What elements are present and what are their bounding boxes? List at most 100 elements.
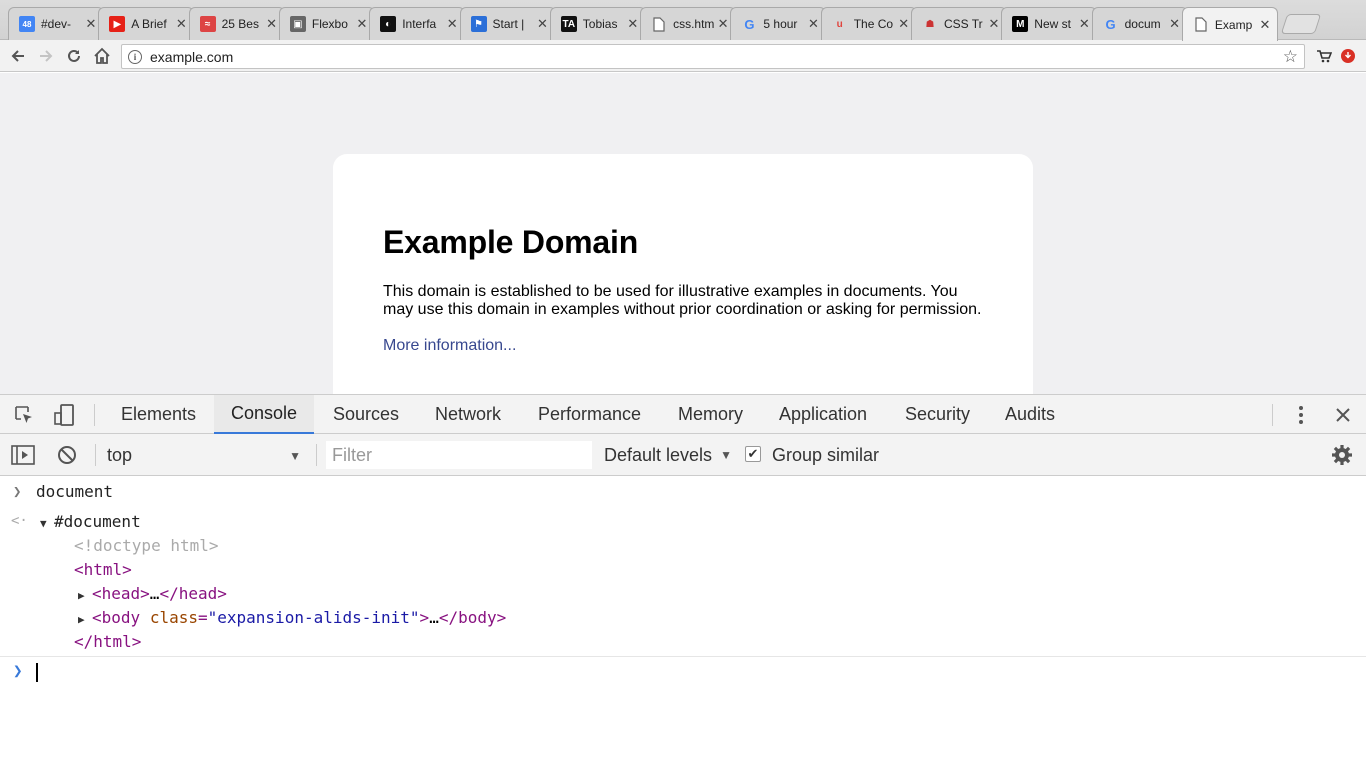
tab-title: docum	[1124, 17, 1161, 31]
browser-tab[interactable]: ☗ CSS Tr ✕	[911, 7, 1007, 40]
u-logo-icon: u	[836, 18, 843, 30]
page-heading: Example Domain	[383, 224, 639, 260]
tab-close-icon[interactable]: ✕	[1259, 17, 1271, 33]
calendar-icon: 48	[19, 16, 35, 32]
brand-icon: ≈	[199, 16, 216, 32]
tree-body-node[interactable]: ▶ <body class="expansion-alids-init">…</b…	[78, 608, 506, 630]
body-ellipsis: …	[429, 608, 439, 627]
log-levels-dropdown[interactable]: Default levels ▼	[604, 442, 732, 468]
tree-root[interactable]: ▼ #document	[40, 512, 141, 534]
devtools-tab-application[interactable]: Application	[762, 395, 884, 434]
devtools-tab-elements[interactable]: Elements	[104, 395, 213, 434]
back-button[interactable]	[6, 44, 30, 68]
tab-close-icon[interactable]: ✕	[446, 16, 458, 32]
dropdown-triangle-icon: ▼	[720, 448, 732, 462]
show-sidebar-button[interactable]	[10, 444, 36, 466]
tab-close-icon[interactable]: ✕	[627, 16, 639, 32]
devtools-tab-network[interactable]: Network	[418, 395, 518, 434]
more-information-link[interactable]: More information...	[383, 337, 516, 354]
extension-button-2[interactable]	[1336, 44, 1360, 68]
tab-close-icon[interactable]: ✕	[988, 16, 1000, 32]
console-input-echo: document	[36, 482, 114, 501]
tab-title: A Brief	[131, 17, 167, 31]
new-tab-button[interactable]	[1280, 14, 1322, 34]
reload-icon	[68, 49, 80, 62]
tab-title: Start |	[492, 17, 525, 31]
forward-button[interactable]	[34, 44, 58, 68]
browser-tab[interactable]: G 5 hour ✕	[730, 7, 827, 40]
devtools-tab-sources[interactable]: Sources	[316, 395, 416, 434]
inspect-element-button[interactable]	[12, 404, 36, 426]
collapsed-triangle-icon: ▶	[78, 613, 85, 626]
browser-tab[interactable]: ◐ Interfa ✕	[369, 7, 466, 40]
info-icon[interactable]: i	[128, 49, 142, 64]
home-button[interactable]	[90, 44, 114, 68]
devtools-tab-memory[interactable]: Memory	[661, 395, 760, 434]
browser-tab[interactable]: Gdocum ✕	[1091, 7, 1188, 40]
circle-icon: ◐	[380, 16, 397, 32]
tab-close-icon[interactable]: ✕	[175, 16, 187, 32]
devtools-menu-button[interactable]	[1292, 403, 1310, 427]
browser-tab[interactable]: 48 #dev- ✕	[8, 7, 104, 40]
browser-tab[interactable]: TA Tobias ✕	[549, 7, 646, 40]
google-icon: G	[1105, 16, 1116, 32]
toolbar-divider	[1272, 404, 1273, 426]
clear-console-button[interactable]	[56, 444, 78, 466]
browser-tab[interactable]: M New st ✕	[1001, 7, 1098, 40]
devtools-tab-audits[interactable]: Audits	[988, 395, 1072, 434]
extension-button[interactable]	[1312, 44, 1336, 68]
reload-button[interactable]	[62, 44, 86, 68]
browser-tab[interactable]: ▶ A Brief ✕	[98, 7, 195, 40]
browser-tab[interactable]: ⚑ Start | ✕	[459, 7, 556, 40]
block-icon	[58, 446, 76, 464]
browser-tab[interactable]: Examp ✕	[1181, 7, 1278, 41]
tab-close-icon[interactable]: ✕	[356, 16, 368, 32]
file-icon	[1193, 17, 1209, 33]
tab-close-icon[interactable]: ✕	[717, 16, 729, 32]
youtube-icon: ▶	[109, 16, 126, 32]
tree-head-node[interactable]: ▶ <head>…</head>	[78, 584, 227, 606]
body-close-tag: </body>	[438, 608, 507, 627]
close-icon	[1336, 408, 1350, 422]
body-attr-value: "expansion-alids-init"	[207, 608, 420, 627]
flag-icon: ⚑	[470, 16, 487, 32]
tab-close-icon[interactable]: ✕	[537, 16, 549, 32]
context-value: top	[107, 444, 133, 465]
devtools-tab-performance[interactable]: Performance	[521, 395, 658, 434]
tab-close-icon[interactable]: ✕	[85, 16, 97, 32]
devtools-tab-console[interactable]: Console	[214, 395, 315, 434]
console-output: ❯ document <· ▼ #document <!doctype html>…	[0, 477, 1366, 768]
tab-title: Interfa	[402, 17, 437, 31]
tab-close-icon[interactable]: ✕	[266, 16, 278, 32]
context-selector[interactable]: top ▼	[107, 442, 307, 468]
tab-close-icon[interactable]: ✕	[1169, 16, 1181, 32]
console-settings-button[interactable]	[1330, 444, 1354, 466]
browser-tab[interactable]: ▣ Flexbo ✕	[278, 7, 375, 40]
kebab-menu-icon	[1299, 406, 1303, 424]
tab-close-icon[interactable]: ✕	[898, 16, 910, 32]
console-prompt[interactable]: ❯	[0, 656, 1366, 686]
close-devtools-button[interactable]	[1332, 404, 1354, 426]
console-filter-input[interactable]	[326, 441, 592, 469]
tab-close-icon[interactable]: ✕	[807, 16, 819, 32]
toolbar-divider	[94, 404, 95, 426]
bookmark-star-icon[interactable]: ☆	[1283, 47, 1298, 67]
tree-root-label: #document	[54, 512, 141, 531]
address-bar[interactable]: i example.com ☆	[121, 44, 1305, 69]
devtools-tab-bar: Elements Console Sources Network Performance…	[0, 394, 1366, 434]
tab-title: CSS Tr	[944, 17, 983, 31]
browser-tab[interactable]: u The Co ✕	[820, 7, 917, 40]
device-toolbar-button[interactable]	[52, 403, 76, 427]
page-paragraph: This domain is established to be used fo…	[383, 283, 982, 318]
group-similar-checkbox[interactable]: ✔	[745, 446, 761, 462]
tab-close-icon[interactable]: ✕	[1078, 16, 1090, 32]
group-similar-label: Group similar	[772, 444, 880, 465]
cursor-select-icon	[15, 406, 32, 423]
tab-title: New st	[1034, 17, 1071, 31]
browser-tab[interactable]: ≈25 Bes ✕	[188, 7, 285, 40]
browser-toolbar: i example.com ☆	[0, 40, 1366, 72]
browser-tab[interactable]: css.htm ✕	[640, 7, 737, 40]
devtools-tab-security[interactable]: Security	[888, 395, 987, 434]
tab-title: Tobias	[582, 17, 618, 31]
result-arrow-icon: <·	[11, 513, 28, 529]
